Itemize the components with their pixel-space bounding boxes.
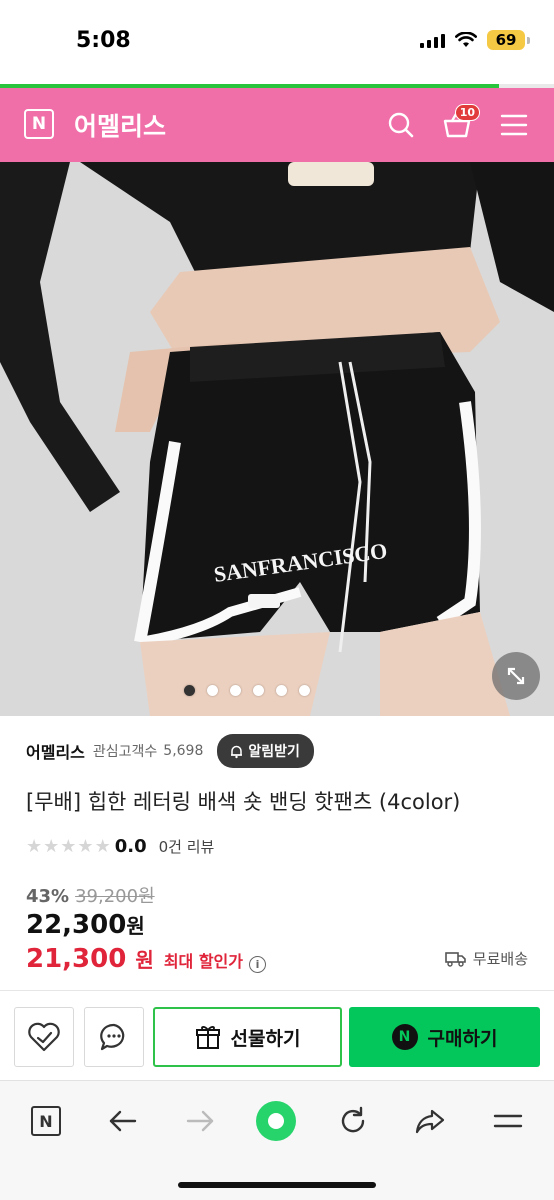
gallery-dot[interactable] — [207, 685, 218, 696]
discount-percent: 43% — [26, 886, 70, 907]
more-menu-button[interactable] — [486, 1099, 530, 1143]
star-icon: ★ — [77, 835, 94, 857]
discount-row: 43% 39,200원 — [26, 882, 155, 908]
home-indicator — [178, 1182, 376, 1188]
buy-label: 구매하기 — [427, 1027, 498, 1050]
talk-button[interactable] — [84, 1007, 144, 1067]
gift-icon — [195, 1026, 220, 1049]
sale-price-unit: 원 — [126, 914, 145, 938]
follower-count: 5,698 — [163, 743, 204, 759]
naver-pay-icon: N — [391, 1024, 418, 1050]
gallery-dot[interactable] — [230, 685, 241, 696]
max-discount-row: 21,300 원 최대 할인가 i — [26, 944, 266, 974]
heart-check-icon — [28, 1022, 60, 1052]
rating-row[interactable]: ★ ★ ★ ★ ★ 0.0 0건 리뷰 — [26, 836, 214, 857]
gallery-pagination — [0, 685, 554, 696]
star-rating: ★ ★ ★ ★ ★ — [26, 835, 111, 857]
store-header: N 어멜리스 10 — [0, 88, 554, 162]
chat-bubble-icon — [100, 1023, 125, 1051]
rating-score: 0.0 — [114, 836, 147, 857]
forward-button[interactable] — [178, 1099, 222, 1143]
gallery-dot[interactable] — [253, 685, 264, 696]
menu-button[interactable] — [495, 106, 533, 144]
gallery-dot[interactable] — [276, 685, 287, 696]
star-icon: ★ — [43, 835, 60, 857]
forward-arrow-icon — [186, 1110, 214, 1132]
star-icon: ★ — [26, 835, 43, 857]
product-photo: SANFRANCISCO — [0, 162, 554, 716]
status-time: 5:08 — [76, 28, 131, 53]
signal-icon — [420, 32, 445, 48]
sale-price: 22,300원 — [26, 910, 145, 940]
truck-icon — [444, 951, 466, 967]
max-price-unit: 원 — [135, 948, 154, 972]
gift-button[interactable]: 선물하기 — [153, 1007, 342, 1067]
status-bar: 5:08 69 — [0, 0, 554, 84]
max-discount-label: 최대 할인가 — [163, 952, 243, 971]
original-price: 39,200원 — [75, 886, 155, 907]
expand-image-button[interactable] — [492, 652, 540, 700]
hamburger-menu-icon — [500, 114, 528, 136]
product-image-gallery[interactable]: SANFRANCISCO — [0, 162, 554, 716]
sale-price-value: 22,300 — [26, 910, 127, 940]
bell-plus-icon — [231, 745, 243, 758]
follower-label: 관심고객수 — [92, 744, 158, 760]
refresh-icon — [341, 1106, 365, 1133]
star-icon: ★ — [94, 835, 111, 857]
naver-home-icon: N — [31, 1106, 61, 1136]
search-button[interactable] — [382, 106, 420, 144]
star-icon: ★ — [60, 835, 77, 857]
naver-home-button[interactable]: N — [24, 1099, 68, 1143]
notify-button[interactable]: 알림받기 — [217, 734, 314, 768]
info-icon[interactable]: i — [248, 956, 266, 973]
product-title: [무배] 힙한 레터링 배색 숏 밴딩 핫팬츠 (4color) — [26, 790, 461, 814]
shipping-info: 무료배송 — [444, 948, 528, 969]
wifi-icon — [455, 32, 477, 47]
battery-icon: 69 — [487, 30, 530, 50]
seller-name[interactable]: 어멜리스 — [26, 739, 85, 763]
back-button[interactable] — [101, 1099, 145, 1143]
cart-button[interactable]: 10 — [438, 104, 480, 144]
notify-label: 알림받기 — [248, 744, 300, 760]
share-button[interactable] — [408, 1099, 452, 1143]
refresh-button[interactable] — [331, 1099, 375, 1143]
wishlist-button[interactable] — [14, 1007, 74, 1067]
gallery-dot[interactable] — [299, 685, 310, 696]
search-icon — [388, 112, 414, 138]
shipping-label: 무료배송 — [472, 950, 528, 968]
green-dot-button[interactable] — [254, 1099, 298, 1143]
review-count[interactable]: 0건 리뷰 — [159, 836, 215, 857]
naver-logo-icon[interactable]: N — [24, 109, 54, 139]
expand-arrows-icon — [507, 667, 525, 685]
browser-bottom-nav: N — [0, 1080, 554, 1200]
status-icons: 69 — [420, 30, 530, 50]
green-dot-icon — [256, 1101, 296, 1141]
max-price-value: 21,300 — [26, 944, 127, 974]
battery-level: 69 — [487, 30, 525, 50]
cart-count-badge: 10 — [454, 104, 480, 121]
purchase-action-bar: 선물하기 N 구매하기 — [0, 990, 554, 1080]
buy-button[interactable]: N 구매하기 — [349, 1007, 540, 1067]
max-discount-price: 21,300 원 — [26, 944, 154, 974]
gift-label: 선물하기 — [230, 1027, 301, 1050]
share-arrow-icon — [415, 1109, 445, 1134]
back-arrow-icon — [109, 1110, 137, 1132]
menu-lines-icon — [493, 1114, 523, 1128]
store-title[interactable]: 어멜리스 — [74, 107, 166, 143]
gallery-dot[interactable] — [184, 685, 195, 696]
seller-row: 어멜리스 관심고객수 5,698 알림받기 — [26, 734, 314, 768]
